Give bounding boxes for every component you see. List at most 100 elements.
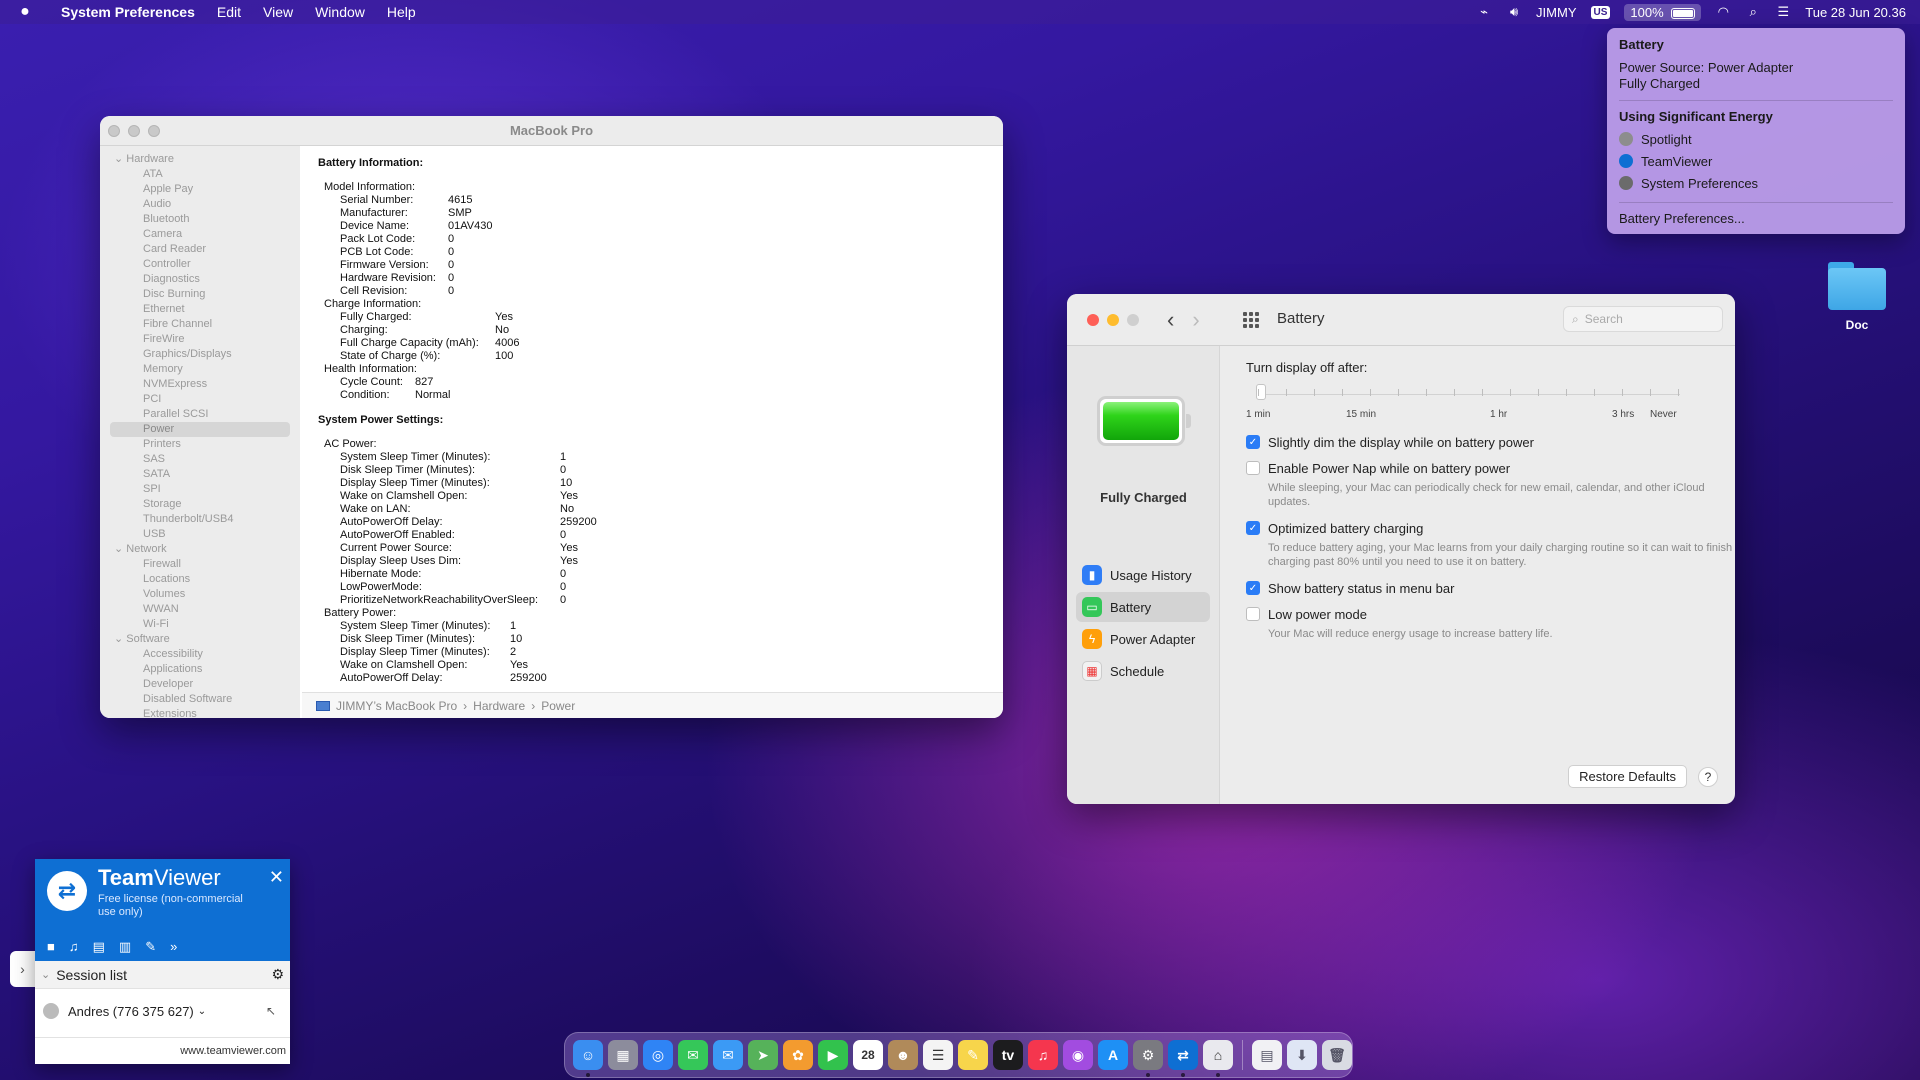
tools-icon[interactable]: ✎ — [145, 939, 156, 955]
sidebar-item-card-reader[interactable]: Card Reader — [100, 242, 300, 257]
spotlight-search-icon[interactable]: ⌕ — [1745, 5, 1761, 19]
chat-icon[interactable]: ▤ — [93, 939, 105, 955]
checkbox[interactable] — [1246, 607, 1260, 621]
music-icon[interactable]: ♫ — [1028, 1040, 1058, 1070]
sidebar-item-sas[interactable]: SAS — [100, 452, 300, 467]
sidebar-item-audio[interactable]: Audio — [100, 197, 300, 212]
session-list-header[interactable]: ⌄ Session list ⚙ — [35, 961, 290, 989]
sidebar-item-ethernet[interactable]: Ethernet — [100, 302, 300, 317]
sidebar-item-power[interactable]: Power — [110, 422, 290, 437]
sidebar-item-parallel-scsi[interactable]: Parallel SCSI — [100, 407, 300, 422]
energy-app-spotlight[interactable]: Spotlight — [1619, 128, 1893, 150]
sidebar-item-volumes[interactable]: Volumes — [100, 587, 300, 602]
finder-icon[interactable]: ☺ — [573, 1040, 603, 1077]
sidebar-item-graphics-displays[interactable]: Graphics/Displays — [100, 347, 300, 362]
checkbox[interactable] — [1246, 461, 1260, 475]
podcasts-icon[interactable]: ◉ — [1063, 1040, 1093, 1070]
document-icon[interactable]: ▤ — [1252, 1040, 1282, 1070]
option-low-power-mode[interactable]: Low power mode — [1246, 601, 1735, 627]
sidebar-item-bluetooth[interactable]: Bluetooth — [100, 212, 300, 227]
battery-preferences-link[interactable]: Battery Preferences... — [1619, 211, 1893, 227]
headset-icon[interactable]: ♫ — [69, 939, 79, 955]
show-all-grid-icon[interactable] — [1243, 312, 1259, 328]
desktop-folder[interactable]: Doc — [1822, 262, 1892, 332]
restore-defaults-button[interactable]: Restore Defaults — [1568, 765, 1687, 788]
battery-status-item[interactable]: 100% — [1624, 3, 1702, 21]
reminders-icon[interactable]: ☰ — [923, 1040, 953, 1070]
sidebar-item-spi[interactable]: SPI — [100, 482, 300, 497]
sidebar-item-storage[interactable]: Storage — [100, 497, 300, 512]
sidebar-item-applications[interactable]: Applications — [100, 662, 300, 677]
search-field[interactable]: ⌕ Search — [1563, 306, 1723, 332]
system-preferences-icon[interactable]: ⚙ — [1133, 1040, 1163, 1077]
apple-menu-icon[interactable]: ● — [0, 3, 50, 21]
photos-icon[interactable]: ✿ — [783, 1040, 813, 1070]
sidebar-item-nvmexpress[interactable]: NVMExpress — [100, 377, 300, 392]
option-show-battery-status-in-menu-bar[interactable]: ✓ Show battery status in menu bar — [1246, 575, 1735, 601]
teamviewer-expand-tab[interactable]: › — [10, 951, 35, 987]
display-off-slider[interactable]: 1 min 15 min 1 hr 3 hrs Never — [1246, 379, 1680, 429]
nav-item-usage-history[interactable]: ▮ Usage History — [1076, 560, 1210, 590]
nav-item-schedule[interactable]: ▦ Schedule — [1076, 656, 1210, 686]
sidebar-item-pci[interactable]: PCI — [100, 392, 300, 407]
sidebar-item-camera[interactable]: Camera — [100, 227, 300, 242]
sidebar-group-hardware[interactable]: Hardware — [100, 152, 300, 167]
nav-item-battery[interactable]: ▭ Battery — [1076, 592, 1210, 622]
sidebar-item-accessibility[interactable]: Accessibility — [100, 647, 300, 662]
forward-button[interactable]: › — [1192, 307, 1199, 333]
gear-icon[interactable]: ⚙ — [271, 966, 284, 983]
sidebar-item-memory[interactable]: Memory — [100, 362, 300, 377]
cursor-icon[interactable]: ↖ — [266, 1004, 276, 1018]
sidebar-item-wwan[interactable]: WWAN — [100, 602, 300, 617]
sidebar-item-ata[interactable]: ATA — [100, 167, 300, 182]
zoom-button[interactable] — [1127, 314, 1139, 326]
sidebar-item-firewall[interactable]: Firewall — [100, 557, 300, 572]
close-button[interactable] — [1087, 314, 1099, 326]
tv-icon[interactable]: tv — [993, 1040, 1023, 1070]
downloads-icon[interactable]: ⬇ — [1287, 1040, 1317, 1070]
sidebar-item-disc-burning[interactable]: Disc Burning — [100, 287, 300, 302]
sidebar-item-diagnostics[interactable]: Diagnostics — [100, 272, 300, 287]
path-power[interactable]: Power — [541, 699, 575, 713]
more-icon[interactable]: » — [170, 939, 177, 955]
option-optimized-battery-charging[interactable]: ✓ Optimized battery charging — [1246, 515, 1735, 541]
minimize-button[interactable] — [1107, 314, 1119, 326]
contacts-icon[interactable]: ☻ — [888, 1040, 918, 1070]
sidebar-item-fibre-channel[interactable]: Fibre Channel — [100, 317, 300, 332]
sidebar-item-wi-fi[interactable]: Wi-Fi — [100, 617, 300, 632]
launchpad-icon[interactable]: ▦ — [608, 1040, 638, 1070]
back-button[interactable]: ‹ — [1167, 307, 1174, 333]
sidebar-item-sata[interactable]: SATA — [100, 467, 300, 482]
app-store-icon[interactable]: A — [1098, 1040, 1128, 1070]
sidebar-item-locations[interactable]: Locations — [100, 572, 300, 587]
system-information-icon[interactable]: ⌂ — [1203, 1040, 1233, 1077]
sidebar-item-apple-pay[interactable]: Apple Pay — [100, 182, 300, 197]
teamviewer-footer-link[interactable]: www.teamviewer.com — [35, 1037, 290, 1064]
sidebar-item-extensions[interactable]: Extensions — [100, 707, 300, 718]
control-center-icon[interactable]: ☰ — [1775, 5, 1791, 19]
energy-app-system-preferences[interactable]: System Preferences — [1619, 172, 1893, 194]
close-icon[interactable]: ✕ — [269, 867, 284, 888]
menu-app-name[interactable]: System Preferences — [50, 0, 206, 24]
nav-item-power-adapter[interactable]: ϟ Power Adapter — [1076, 624, 1210, 654]
file-transfer-icon[interactable]: ▥ — [119, 939, 131, 955]
sidebar-group-software[interactable]: Software — [100, 632, 300, 647]
activity-monitor-icon[interactable]: ⌁ — [1476, 5, 1492, 19]
option-enable-power-nap-while-on-battery-power[interactable]: Enable Power Nap while on battery power — [1246, 455, 1735, 481]
checkbox[interactable]: ✓ — [1246, 521, 1260, 535]
sidebar-item-usb[interactable]: USB — [100, 527, 300, 542]
notes-icon[interactable]: ✎ — [958, 1040, 988, 1070]
menu-edit[interactable]: Edit — [206, 0, 252, 24]
maps-icon[interactable]: ➤ — [748, 1040, 778, 1070]
chevron-down-icon[interactable]: ⌄ — [198, 1006, 206, 1017]
wifi-icon[interactable]: ◠ — [1715, 5, 1731, 19]
option-slightly-dim-the-display-while-on-batter[interactable]: ✓ Slightly dim the display while on batte… — [1246, 429, 1735, 455]
sidebar-group-network[interactable]: Network — [100, 542, 300, 557]
menu-clock[interactable]: Tue 28 Jun 20.36 — [1805, 5, 1906, 20]
menu-window[interactable]: Window — [304, 0, 376, 24]
mail-icon[interactable]: ✉ — [713, 1040, 743, 1070]
volume-icon[interactable]: 🔊︎ — [1506, 5, 1522, 19]
sidebar-item-printers[interactable]: Printers — [100, 437, 300, 452]
messages-icon[interactable]: ✉ — [678, 1040, 708, 1070]
sidebar-item-thunderbolt-usb4[interactable]: Thunderbolt/USB4 — [100, 512, 300, 527]
